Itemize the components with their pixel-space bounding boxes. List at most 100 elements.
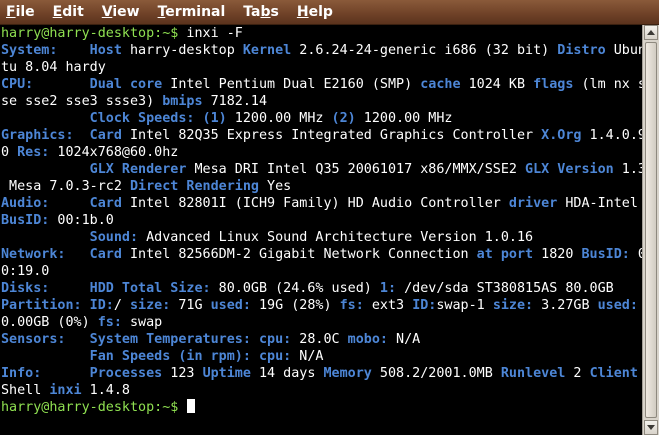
- terminal-line: BusID: 00:1b.0: [0, 212, 643, 229]
- info-key: mobo:: [347, 332, 388, 347]
- menu-help[interactable]: Help: [289, 0, 343, 24]
- info-key: Partition: ID:: [1, 298, 114, 313]
- info-key: Kernel: [242, 43, 292, 58]
- terminal-line: harry@harry-desktop:~$ inxi -F: [0, 25, 643, 42]
- info-value: 0.00GB (0%): [1, 315, 98, 330]
- info-key: Disks: HDD Total Size:: [1, 281, 211, 296]
- info-value: 1200.00 MHz: [226, 111, 332, 126]
- info-key: BusID:: [1, 213, 50, 228]
- info-key: Graphics: Card: [1, 128, 122, 143]
- info-key: Uptime: [202, 366, 251, 381]
- terminal-line: Sound: Advanced Linux Sound Architecture…: [0, 229, 643, 246]
- info-key: Sound:: [1, 230, 139, 245]
- info-value: 71G: [170, 298, 211, 313]
- info-key: (2): [331, 111, 356, 126]
- info-value: tu 8.04 hardy: [1, 60, 106, 75]
- info-key: fs:: [339, 298, 364, 313]
- terminal-line: Info: Processes 123 Uptime 14 days Memor…: [0, 365, 643, 382]
- info-value: (lm nx s: [573, 77, 643, 92]
- info-value: 1.3: [613, 162, 643, 177]
- info-value: Ubun: [605, 43, 643, 58]
- info-value: Mesa DRI Intel Q35 20061017 x86/MMX/SSE2: [186, 162, 526, 177]
- terminal-line: Mesa 7.0.3-rc2 Direct Rendering Yes: [0, 178, 643, 195]
- menu-view[interactable]: View: [94, 0, 150, 24]
- info-value: inxi -F: [178, 26, 243, 41]
- info-key: Memory: [323, 366, 372, 381]
- menu-edit[interactable]: Edit: [45, 0, 94, 24]
- info-value: 00:1b.0: [49, 213, 114, 228]
- terminal-line: GLX Renderer Mesa DRI Intel Q35 20061017…: [0, 161, 643, 178]
- info-key: flags: [533, 77, 574, 92]
- info-key: driver: [508, 196, 558, 211]
- info-key: at port: [476, 247, 534, 262]
- info-value: N/A: [291, 349, 324, 364]
- scrollbar-thumb[interactable]: [645, 42, 657, 418]
- terminal-line: Clock Speeds: (1) 1200.00 MHz (2) 1200.0…: [0, 110, 643, 127]
- info-key: Sensors: System Temperatures: cpu:: [1, 332, 292, 347]
- terminal-line: Graphics: Card Intel 82Q35 Express Integ…: [0, 127, 643, 144]
- terminal-line: 0.00GB (0%) fs: swap: [0, 314, 643, 331]
- info-value: 1024 KB: [460, 77, 534, 92]
- scroll-down-button[interactable]: [644, 420, 658, 435]
- info-value: 1024x768@60.0hz: [49, 145, 179, 160]
- info-value: 7182.14: [202, 94, 268, 109]
- info-value: harry-desktop: [121, 43, 243, 58]
- info-value: 0: [1, 145, 18, 160]
- scroll-up-button[interactable]: [644, 25, 658, 40]
- terminal-line: Disks: HDD Total Size: 80.0GB (24.6% use…: [0, 280, 643, 297]
- info-value: 123: [162, 366, 203, 381]
- terminal-line: se sse2 sse3 ssse3) bmips 7182.14: [0, 93, 643, 110]
- terminal-output[interactable]: harry@harry-desktop:~$ inxi -F System: Ho…: [0, 25, 643, 435]
- shell-prompt: harry@harry-desktop:~$: [1, 400, 179, 415]
- info-value: 1820: [533, 247, 582, 262]
- info-value: se sse2 sse3 ssse3): [1, 94, 163, 109]
- info-value: Intel 82Q35 Express Integrated Graphics …: [121, 128, 542, 143]
- info-key: Direct Rendering: [130, 179, 259, 194]
- arrow-up-icon: [647, 30, 655, 35]
- terminal-line: System: Host harry-desktop Kernel 2.6.24…: [0, 42, 643, 59]
- info-value: 80.0GB (24.6% used): [210, 281, 380, 296]
- info-value: 508.2/2001.0MB: [371, 366, 501, 381]
- info-value: swap-1: [436, 298, 493, 313]
- info-key: System: Host: [1, 43, 122, 58]
- info-key: Clock Speeds: (1): [1, 111, 227, 126]
- info-value: Yes: [259, 179, 292, 194]
- info-key: GLX Renderer: [1, 162, 187, 177]
- info-value: /: [113, 298, 130, 313]
- info-key: size:: [492, 298, 534, 313]
- terminal-line: tu 8.04 hardy: [0, 59, 643, 76]
- terminal-line: Shell inxi 1.4.8: [0, 382, 643, 399]
- terminal-line: Network: Card Intel 82566DM-2 Gigabit Ne…: [0, 246, 643, 263]
- info-key: bmips: [162, 94, 203, 109]
- menu-file[interactable]: File: [0, 0, 45, 24]
- info-key: used:: [210, 298, 251, 313]
- info-value: HDA-Intel: [557, 196, 638, 211]
- info-value: 28.0C: [291, 332, 348, 347]
- info-value: Intel 82566DM-2 Gigabit Network Connecti…: [121, 247, 477, 262]
- info-key: cache: [420, 77, 461, 92]
- info-key: Res:: [17, 145, 50, 160]
- info-value: Advanced Linux Sound Architecture Versio…: [138, 230, 534, 245]
- info-key: 1:: [379, 281, 397, 296]
- terminal-line: Partition: ID:/ size: 71G used: 19G (28%…: [0, 297, 643, 314]
- terminal-line: harry@harry-desktop:~$: [0, 399, 643, 416]
- terminal-line: Fan Speeds (in rpm): cpu: N/A: [0, 348, 643, 365]
- arrow-down-icon: [647, 425, 655, 430]
- terminal-line: 0 Res: 1024x768@60.0hz: [0, 144, 643, 161]
- menu-terminal[interactable]: Terminal: [150, 0, 236, 24]
- shell-prompt: harry@harry-desktop:~$: [1, 26, 179, 41]
- info-value: swap: [121, 315, 163, 330]
- info-key: Info: Processes: [1, 366, 163, 381]
- info-value: N/A: [387, 332, 421, 347]
- menu-tabs[interactable]: Tabs: [235, 0, 289, 24]
- info-key: Audio: Card: [1, 196, 122, 211]
- terminal-line: CPU: Dual core Intel Pentium Dual E2160 …: [0, 76, 643, 93]
- info-key: size:: [130, 298, 171, 313]
- info-key: BusID:: [581, 247, 630, 262]
- vertical-scrollbar[interactable]: [642, 25, 659, 435]
- terminal-window: File Edit View Terminal Tabs Help harry@…: [0, 0, 659, 435]
- info-value: ext3: [363, 298, 413, 313]
- info-key: Fan Speeds (in rpm): cpu:: [1, 349, 292, 364]
- terminal-line: Audio: Card Intel 82801I (ICH9 Family) H…: [0, 195, 643, 212]
- info-key: Network: Card: [1, 247, 122, 262]
